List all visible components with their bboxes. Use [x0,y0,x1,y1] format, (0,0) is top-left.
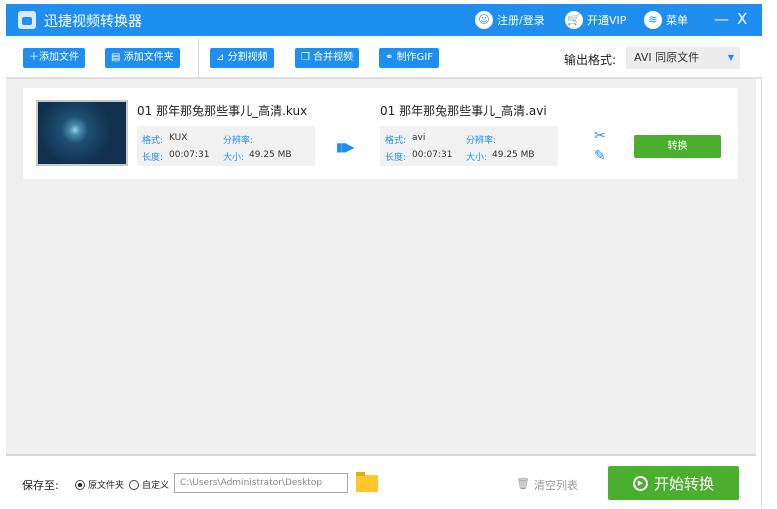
duration-label: 长度: [142,153,164,163]
dropdown-arrow-icon: ▼ [727,53,734,62]
radio-checked-icon [75,479,85,490]
output-info: 格式: avi 分辨率: 长度: 00:07:31 大小: 49.25 MB [380,126,558,166]
start-convert-label: 开始转换 [653,474,714,493]
add-folder-label: 添加文件夹 [123,52,174,63]
format-value: KUX [169,133,188,143]
toolbar: ＋添加文件 ▤ 添加文件夹 ⊿ 分割视频 ❐ 合并视频 ⚭ 制作GIF 输出格式… [6,36,762,79]
arrow-right-icon: ▮▮▶ [336,140,354,154]
login-button[interactable]: ☺ 注册/登录 [475,11,545,29]
clear-list-label: 清空列表 [533,479,578,492]
close-button[interactable]: X [737,10,747,28]
gif-icon: ⚭ [385,52,397,63]
source-info: 格式: KUX 分辨率: 长度: 00:07:31 大小: 49.25 MB [137,126,315,166]
resolution-label: 分辨率: [466,136,497,146]
gif-label: 制作GIF [396,52,434,63]
size-label: 大小: [223,153,245,163]
user-icon: ☺ [475,11,493,29]
radio-original-folder[interactable]: 原文件夹 [75,478,124,491]
trash-icon: 🗑 [516,477,530,490]
convert-button[interactable]: 转换 [634,135,721,158]
divider [198,38,199,78]
radio-label: 自定义 [142,481,170,491]
clear-list-button[interactable]: 🗑 清空列表 [516,477,578,493]
duration-label: 长度: [385,153,407,163]
format-value: avi [412,133,426,143]
menu-label: 菜单 [666,14,688,27]
merge-icon: ❐ [301,52,314,63]
start-convert-button[interactable]: ▶ 开始转换 [608,466,739,500]
output-format-value: AVI 同原文件 [634,51,700,64]
make-gif-button[interactable]: ⚭ 制作GIF [379,48,440,68]
size-label: 大小: [466,153,488,163]
resolution-label: 分辨率: [223,136,254,146]
radio-unchecked-icon [129,479,139,490]
plus-icon: ＋ [29,52,39,63]
app-logo-icon [18,11,36,29]
file-item: 01 那年那兔那些事儿_高清.kux 格式: KUX 分辨率: 长度: 00:0… [23,88,738,179]
format-label: 格式: [385,136,407,146]
save-path-input[interactable]: C:\Users\Administrator\Desktop [174,473,348,493]
scissors-icon[interactable]: ✂ [594,128,606,144]
app-window: 迅捷视频转换器 ☺ 注册/登录 🛒 开通VIP ≋ 菜单 — X ＋添加文件 ▤ 添加… [6,4,762,507]
add-folder-button[interactable]: ▤ 添加文件夹 [105,48,180,68]
duration-value: 00:07:31 [169,150,210,160]
add-file-button[interactable]: ＋添加文件 [23,48,85,68]
file-icon: ▤ [111,52,124,63]
radio-label: 原文件夹 [88,481,125,491]
bottom-bar: 保存至: 原文件夹 自定义 C:\Users\Administrator\Des… [6,458,762,507]
add-file-label: 添加文件 [39,52,79,63]
minimize-button[interactable]: — [714,10,729,28]
layers-icon: ≋ [644,11,662,29]
menu-button[interactable]: ≋ 菜单 [644,11,688,29]
merge-video-button[interactable]: ❐ 合并视频 [295,48,360,68]
size-value: 49.25 MB [249,150,292,160]
split-label: 分割视频 [227,52,268,63]
vip-label: 开通VIP [587,14,627,27]
radio-custom[interactable]: 自定义 [129,478,169,491]
play-icon: ▶ [632,475,648,491]
output-filename: 01 那年那兔那些事儿_高清.avi [380,104,547,118]
cart-icon: 🛒 [565,11,583,29]
crop-icon: ⊿ [216,52,228,63]
duration-value: 00:07:31 [412,150,453,160]
source-filename: 01 那年那兔那些事儿_高清.kux [137,104,308,118]
video-thumbnail [36,100,128,166]
size-value: 49.25 MB [492,150,535,160]
merge-label: 合并视频 [313,52,354,63]
app-title: 迅捷视频转换器 [44,14,142,30]
output-format-select[interactable]: AVI 同原文件 ▼ [626,47,740,69]
vip-button[interactable]: 🛒 开通VIP [565,11,626,29]
file-list: 01 那年那兔那些事儿_高清.kux 格式: KUX 分辨率: 长度: 00:0… [6,79,756,456]
split-video-button[interactable]: ⊿ 分割视频 [210,48,274,68]
save-to-label: 保存至: [22,479,59,492]
folder-icon[interactable] [356,472,378,492]
title-bar: 迅捷视频转换器 ☺ 注册/登录 🛒 开通VIP ≋ 菜单 — X [6,4,762,36]
output-format-label: 输出格式: [564,53,617,67]
format-label: 格式: [142,136,164,146]
login-label: 注册/登录 [497,14,545,27]
edit-icon[interactable]: ✎ [594,148,606,164]
